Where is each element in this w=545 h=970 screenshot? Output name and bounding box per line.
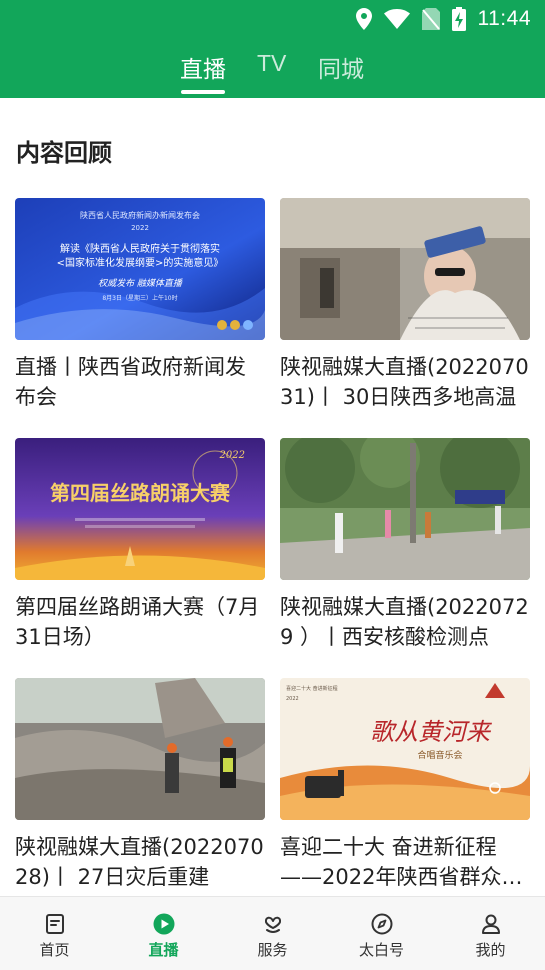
nav-mine[interactable]: 我的 (436, 897, 545, 970)
video-thumbnail[interactable] (15, 678, 265, 820)
thumb-text: 权威发布 融媒体直播 (98, 278, 183, 289)
thumb-headline: 歌从黄河来 (370, 718, 492, 746)
play-circle-icon (153, 913, 175, 935)
video-card[interactable]: 陕西省人民政府新闻办新闻发布会 2022 解读《陕西省人民政府关于贯彻落实 <国… (15, 198, 265, 412)
video-title: 陕视融媒大直播(202207031)丨 30日陕西多地高温 (280, 355, 529, 409)
thumb-text: 2022 (131, 224, 149, 232)
user-icon (480, 913, 502, 935)
active-tab-indicator (181, 90, 225, 94)
app-header: 11:44 直播 TV 同城 (0, 0, 545, 98)
video-card[interactable]: 第四届丝路朗诵大赛 2022 第四届丝路朗诵大赛（7月31日场） (15, 438, 265, 652)
video-title: 直播丨陕西省政府新闻发布会 (15, 355, 246, 409)
top-tabs: 直播 TV 同城 (0, 46, 545, 98)
status-bar: 11:44 (0, 0, 545, 40)
no-sim-icon (421, 8, 440, 30)
tab-city[interactable]: 同城 (318, 50, 364, 84)
nav-label: 我的 (475, 941, 506, 959)
nav-label: 直播 (148, 941, 179, 959)
service-heart-icon (262, 913, 284, 935)
video-thumbnail[interactable] (280, 438, 530, 580)
nav-home[interactable]: 首页 (0, 897, 109, 970)
video-title: 陕视融媒大直播(20220729 ）丨西安核酸检测点 (280, 595, 529, 649)
video-thumbnail[interactable]: 歌从黄河来 合唱音乐会 喜迎二十大 奋进新征程 2022 (280, 678, 530, 820)
nav-label: 太白号 (358, 941, 404, 959)
status-icons: 11:44 (355, 7, 532, 31)
thumb-headline: 第四届丝路朗诵大赛 (50, 481, 231, 505)
nav-service[interactable]: 服务 (218, 897, 327, 970)
video-thumbnail[interactable]: 第四届丝路朗诵大赛 2022 (15, 438, 265, 580)
video-card[interactable]: 陕视融媒大直播(202207028)丨 27日灾后重建 (15, 678, 265, 892)
battery-charging-icon (451, 7, 466, 31)
video-card[interactable]: 歌从黄河来 合唱音乐会 喜迎二十大 奋进新征程 2022 喜迎二十大 奋进新征程… (280, 678, 530, 892)
thumb-text: 2022 (219, 450, 245, 461)
thumb-text: 解读《陕西省人民政府关于贯彻落实 (60, 242, 220, 255)
thumb-text: 喜迎二十大 奋进新征程 (286, 685, 338, 692)
news-page-icon (44, 913, 66, 935)
status-time: 11:44 (477, 7, 531, 30)
video-thumbnail[interactable] (280, 198, 530, 340)
section-title: 内容回顾 (16, 139, 112, 167)
video-title: 陕视融媒大直播(202207028)丨 27日灾后重建 (15, 835, 264, 889)
nav-label: 服务 (257, 941, 288, 959)
thumb-text: 合唱音乐会 (417, 749, 462, 761)
bottom-navigation: 首页 直播 服务 太白号 我的 (0, 896, 545, 970)
video-card[interactable]: 陕视融媒大直播(20220729 ）丨西安核酸检测点 (280, 438, 530, 652)
thumb-text: 陕西省人民政府新闻办新闻发布会 (80, 210, 200, 220)
compass-icon (371, 913, 393, 935)
thumb-text: 2022 (286, 696, 299, 702)
video-title: 喜迎二十大 奋进新征程——2022年陕西省群众合唱音乐会 (280, 835, 523, 889)
wifi-icon (383, 9, 410, 29)
nav-taibai[interactable]: 太白号 (327, 897, 436, 970)
thumb-text: 8月3日（星期三）上午10时 (102, 294, 177, 302)
tab-live[interactable]: 直播 (180, 50, 226, 84)
location-icon (355, 8, 372, 30)
nav-label: 首页 (39, 941, 70, 959)
thumb-text: <国家标准化发展纲要>的实施意见》 (57, 256, 224, 269)
tab-tv[interactable]: TV (257, 50, 286, 77)
video-thumbnail[interactable]: 陕西省人民政府新闻办新闻发布会 2022 解读《陕西省人民政府关于贯彻落实 <国… (15, 198, 265, 340)
video-title: 第四届丝路朗诵大赛（7月31日场） (15, 595, 260, 649)
nav-live[interactable]: 直播 (109, 897, 218, 970)
video-card[interactable]: 陕视融媒大直播(202207031)丨 30日陕西多地高温 (280, 198, 530, 412)
